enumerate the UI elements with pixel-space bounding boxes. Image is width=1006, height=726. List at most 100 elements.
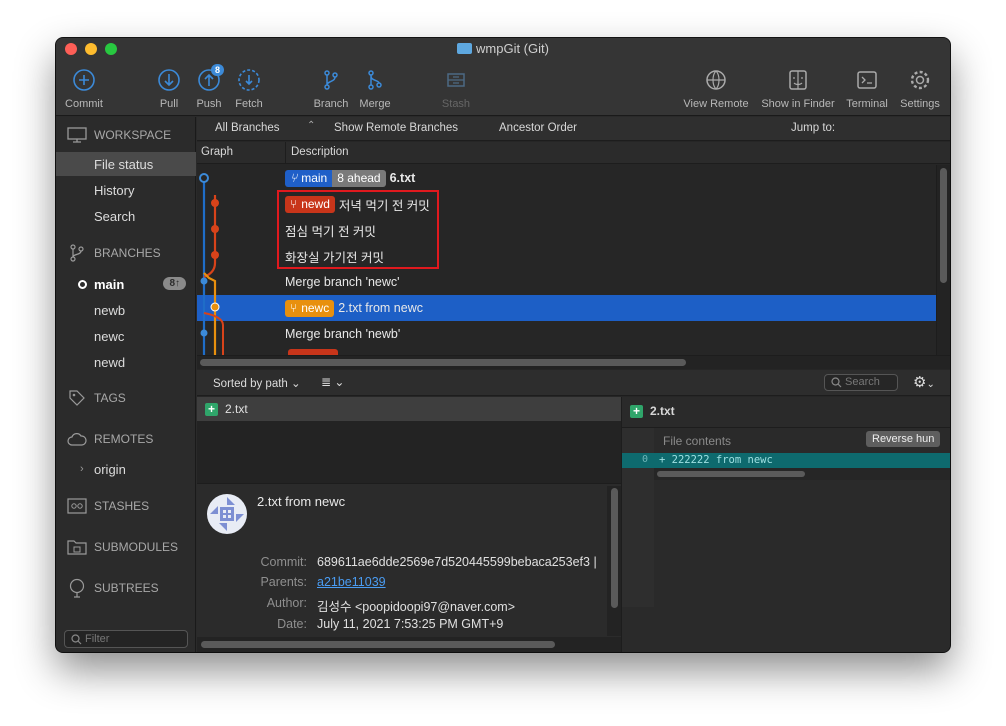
chevron-down-icon: ⌄ [926,379,935,390]
list-icon: ≣ [321,375,332,389]
sidebar-branch-main[interactable]: main 8↑ [56,272,196,296]
chevron-right-icon: › [80,463,84,475]
updown-chevron-icon: ⌃ [307,120,316,131]
commit-button[interactable]: Commit [63,66,105,110]
description-column-header[interactable]: Description [291,146,349,158]
hunk-header: File contents [663,434,732,448]
folder-icon [457,43,473,54]
history-vertical-scrollbar[interactable] [936,165,950,355]
gear-icon [910,70,930,90]
sidebar-remote-origin[interactable]: › origin [56,457,196,481]
history-horizontal-scrollbar[interactable] [197,355,950,369]
file-search-input[interactable]: Search [824,374,898,391]
workspace-header[interactable]: WORKSPACE [66,124,171,146]
file-row[interactable]: +2.txt [197,397,621,421]
branch-label-newc[interactable]: ⑂ newc [285,299,335,317]
diff-panel: +2.txt File contents Reverse hun 0 + 222… [621,397,950,652]
filter-input[interactable]: Filter [64,630,188,648]
commit-graph [199,173,224,355]
sidebar-item-history[interactable]: History [56,178,196,202]
remotes-header[interactable]: REMOTES [66,428,153,450]
commit-hash: 689611ae6dde2569e7d520445599bebaca253ef3… [317,555,597,569]
sidebar-item-search[interactable]: Search [56,204,196,228]
tags-header[interactable]: TAGS [66,387,126,409]
submodules-header[interactable]: SUBMODULES [66,536,178,558]
finder-icon [789,70,807,90]
sidebar: WORKSPACE File status History Search BRA… [56,117,196,652]
commit-date: July 11, 2021 7:53:25 PM GMT+9 [317,617,504,631]
search-icon [831,377,842,388]
chevron-down-icon: ⌄ [291,378,301,390]
options-gear-button[interactable]: ⚙⌄ [913,373,935,391]
remote-branches-dropdown[interactable]: Show Remote Branches [334,122,458,134]
current-branch-icon [78,280,87,289]
branch-icon [324,70,338,90]
settings-button[interactable]: Settings [896,66,944,110]
diff-added-line: 0 + 222222 from newc [622,453,950,468]
branch-button[interactable]: Branch [311,66,351,110]
stash-icon [447,73,465,87]
file-list: +2.txt [197,397,621,483]
diff-horizontal-scrollbar[interactable] [654,468,950,480]
avatar [207,494,247,534]
merge-button[interactable]: Merge [355,66,395,110]
branches-header[interactable]: BRANCHES [66,242,161,264]
commit-author: 김성수 <poopidoopi97@naver.com> [317,600,516,614]
view-remote-button[interactable]: View Remote [680,66,752,110]
reverse-hunk-button[interactable]: Reverse hun [866,431,941,447]
subtrees-header[interactable]: SUBTREES [66,577,159,599]
parent-link[interactable]: a21be11039 [317,575,386,589]
gear-icon: ⚙ [913,374,927,391]
sidebar-item-file-status[interactable]: File status [56,152,196,176]
sidebar-branch-newb[interactable]: newb [56,298,196,322]
terminal-button[interactable]: Terminal [842,66,892,110]
commit-message: 2.txt from newc [257,494,346,509]
commit-row[interactable]: Merge branch 'newc' [285,269,400,295]
history-column-header: Graph Description [197,142,950,164]
diff-file-header: +2.txt [630,404,675,418]
history-options-bar: All Branches ⌃ Show Remote Branches Ance… [197,117,950,141]
branch-icon: ⑂ [290,171,298,185]
sort-dropdown[interactable]: Sorted by path ⌄ [213,376,301,390]
fetch-button[interactable]: Fetch [231,66,267,110]
fetch-icon [238,69,260,91]
stashes-header[interactable]: STASHES [66,495,149,517]
view-mode-dropdown[interactable]: ≣ ⌄ [321,375,344,389]
push-button[interactable]: 8 Push [193,64,225,110]
details-vertical-scrollbar[interactable] [607,486,621,636]
tree-icon [69,578,85,598]
search-icon [71,634,82,645]
stash-button[interactable]: Stash [436,66,476,110]
branch-label-main[interactable]: ⑂ main [285,169,333,187]
jump-to-dropdown[interactable]: Jump to: [791,122,835,134]
tag-icon [69,390,85,406]
added-icon: + [205,402,218,416]
order-dropdown[interactable]: Ancestor Order [499,122,577,134]
commit-details: 2.txt from newc Commit: 689611ae6dde2569… [197,483,621,652]
details-horizontal-scrollbar[interactable] [197,637,621,652]
push-count-badge: 8 [211,64,225,76]
branches-dropdown[interactable]: All Branches [215,122,280,134]
sidebar-branch-newc[interactable]: newc [56,324,196,348]
chevron-down-icon: ⌄ [334,375,345,389]
globe-icon [706,70,726,90]
title-bar: wmpGit (Git) Commit Pull 8 Push Fetch Br… [56,38,950,116]
added-icon: + [630,404,643,418]
main-panel: All Branches ⌃ Show Remote Branches Ance… [197,117,950,652]
graph-column-header[interactable]: Graph [201,146,233,158]
branch-icon [70,244,84,262]
commit-icon [73,69,95,91]
monitor-icon [67,127,87,143]
pull-button[interactable]: Pull [153,66,185,110]
highlight-box [277,190,439,269]
folder-icon [67,540,87,555]
sidebar-branch-newd[interactable]: newd [56,350,196,374]
commit-row[interactable]: Merge branch 'newb' [285,321,400,347]
show-in-finder-button[interactable]: Show in Finder [758,66,838,110]
commit-row[interactable]: ⑂ main 8 ahead 6.txt [285,165,415,191]
branch-icon: ⑂ [290,301,298,315]
terminal-icon [857,71,877,89]
merge-icon [368,70,382,90]
commit-row[interactable]: ⑂ newc 2.txt from newc [285,295,423,321]
app-window: wmpGit (Git) Commit Pull 8 Push Fetch Br… [56,38,950,652]
